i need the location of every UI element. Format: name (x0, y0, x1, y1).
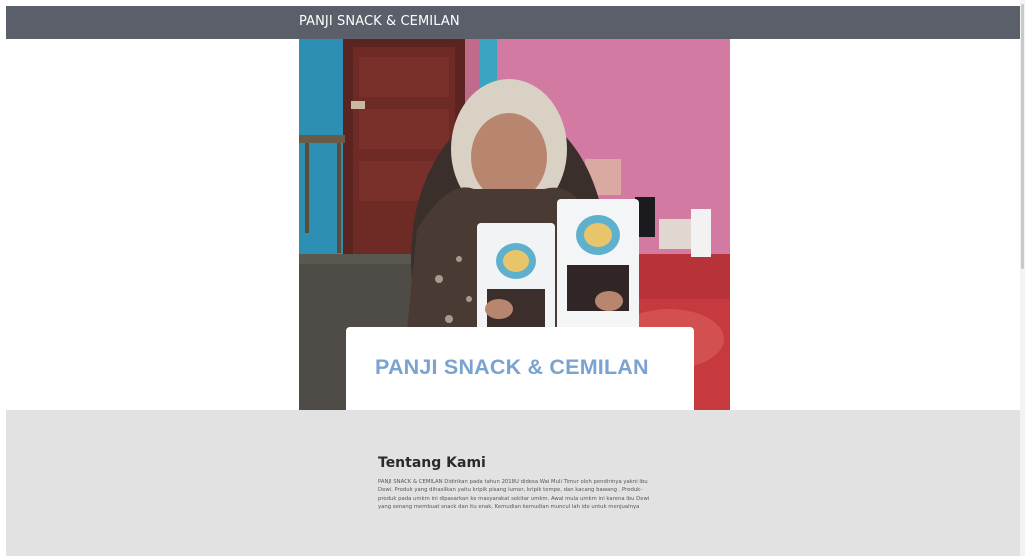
about-heading: Tentang Kami (378, 455, 486, 471)
navbar-brand[interactable]: PANJI SNACK & CEMILAN (299, 14, 460, 29)
navbar: PANJI SNACK & CEMILAN (6, 6, 1022, 39)
hero-title: PANJI SNACK & CEMILAN (375, 355, 649, 379)
about-section: Tentang Kami PANJI SNACK & CEMILAN Didir… (6, 410, 1022, 556)
hero-title-card: PANJI SNACK & CEMILAN (346, 327, 694, 410)
page-scrollbar[interactable] (1020, 0, 1025, 556)
scrollbar-thumb[interactable] (1021, 4, 1024, 269)
about-paragraph: PANJI SNACK & CEMILAN Didirikan pada tah… (378, 479, 650, 511)
